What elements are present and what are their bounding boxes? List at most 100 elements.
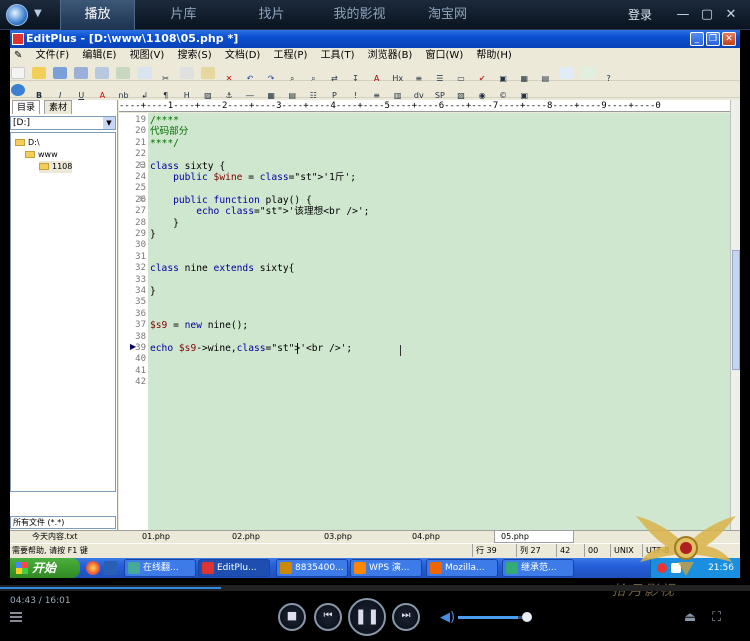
menu-tools[interactable]: 工具(T) bbox=[316, 48, 360, 64]
save-icon[interactable] bbox=[53, 67, 68, 79]
code-line[interactable]: public $wine = class="st">'1斤'; bbox=[150, 172, 356, 183]
new-file-icon[interactable] bbox=[11, 67, 25, 79]
player-logo[interactable] bbox=[6, 4, 28, 26]
menu-edit[interactable]: 编辑(E) bbox=[77, 48, 121, 64]
doc-tab[interactable]: 今天内容.txt bbox=[26, 531, 106, 543]
tab-my-video[interactable]: 我的影视 bbox=[322, 0, 397, 30]
task-label: EditPlu... bbox=[217, 563, 257, 573]
taskbar-button[interactable]: 8835400... bbox=[276, 559, 348, 577]
tree-node-root[interactable]: D:\ bbox=[15, 137, 40, 149]
code-line[interactable]: echo $s9->wine,class="st">'<br />'; bbox=[150, 343, 358, 354]
next-button[interactable]: ⏭ bbox=[392, 603, 420, 631]
code-line[interactable]: } bbox=[150, 229, 156, 240]
tab-cliptext[interactable]: 素材 bbox=[44, 100, 73, 114]
volume-icon[interactable]: ◀) bbox=[440, 610, 455, 625]
menu-pen-icon: ✎ bbox=[14, 50, 23, 61]
tool-icon[interactable] bbox=[580, 67, 595, 79]
doc-tab[interactable]: 05.php bbox=[494, 531, 574, 543]
spellcheck-icon[interactable] bbox=[137, 67, 152, 79]
drive-select[interactable]: [D:] ▼ bbox=[10, 116, 116, 130]
chevron-down-icon[interactable]: ▼ bbox=[103, 117, 115, 129]
fold-marker-icon[interactable]: ⊟ bbox=[139, 194, 146, 203]
doc-tab[interactable]: 02.php bbox=[226, 531, 306, 543]
previous-button[interactable]: ⏮ bbox=[314, 603, 342, 631]
browser-preview-icon[interactable] bbox=[559, 67, 574, 79]
playlist-menu-icon[interactable] bbox=[10, 612, 22, 622]
text-caret bbox=[297, 343, 298, 354]
start-button[interactable]: 开始 bbox=[10, 558, 80, 578]
maximize-icon[interactable]: ▢ bbox=[698, 6, 716, 24]
code-line[interactable]: ****/ bbox=[150, 138, 179, 149]
paste-icon[interactable] bbox=[200, 67, 215, 79]
print-icon[interactable] bbox=[95, 67, 110, 79]
menu-search[interactable]: 搜索(S) bbox=[172, 48, 216, 64]
minimize-icon[interactable]: — bbox=[674, 6, 692, 24]
tab-library[interactable]: 片库 bbox=[146, 0, 221, 30]
ruler: ----+----1----+----2----+----3----+----4… bbox=[119, 100, 740, 112]
doc-tab[interactable]: 01.php bbox=[136, 531, 216, 543]
stop-icon: ■ bbox=[286, 609, 298, 622]
eject-icon[interactable]: ⏏ bbox=[684, 610, 696, 625]
globe-icon[interactable] bbox=[11, 84, 25, 96]
tab-directory[interactable]: 目录 bbox=[12, 100, 41, 114]
taskbar-button[interactable]: 在线翻... bbox=[124, 559, 196, 577]
taskbar-button[interactable]: Mozilla... bbox=[426, 559, 498, 577]
login-link[interactable]: 登录 bbox=[628, 0, 652, 30]
volume-slider[interactable] bbox=[458, 616, 528, 619]
menu-browser[interactable]: 浏览器(B) bbox=[363, 48, 418, 64]
code-line[interactable]: /**** bbox=[150, 115, 179, 126]
taskbar-button[interactable]: 继承范... bbox=[502, 559, 574, 577]
folder-icon bbox=[39, 163, 49, 170]
pause-button[interactable]: ❚❚ bbox=[348, 598, 386, 636]
code-line[interactable]: } bbox=[150, 286, 156, 297]
print-preview-icon[interactable] bbox=[116, 67, 131, 79]
code-line[interactable]: $s9 = new nine(); bbox=[150, 320, 248, 331]
window-minimize-button[interactable]: _ bbox=[690, 32, 704, 46]
doc-tab[interactable]: 03.php bbox=[318, 531, 398, 543]
menu-document[interactable]: 文档(D) bbox=[220, 48, 266, 64]
windows-logo-icon bbox=[16, 562, 28, 574]
tab-find[interactable]: 找片 bbox=[234, 0, 309, 30]
task-label: WPS 演... bbox=[369, 563, 410, 573]
tab-play[interactable]: 播放 bbox=[60, 0, 135, 30]
code-line[interactable]: 代码部分 bbox=[150, 126, 188, 137]
window-restore-button[interactable]: ❐ bbox=[706, 32, 720, 46]
code-editor[interactable]: /**** 代码部分 ****/ class sixty { public $wine… bbox=[148, 113, 730, 530]
code-line[interactable]: } bbox=[150, 218, 179, 229]
menu-project[interactable]: 工程(P) bbox=[269, 48, 313, 64]
volume-knob[interactable] bbox=[522, 612, 532, 622]
menu-help[interactable]: 帮助(H) bbox=[471, 48, 516, 64]
pause-icon: ❚❚ bbox=[354, 607, 380, 625]
code-line[interactable]: class sixty { bbox=[150, 161, 225, 172]
window-close-button[interactable]: ✕ bbox=[722, 32, 736, 46]
menu-file[interactable]: 文件(F) bbox=[31, 48, 75, 64]
quick-launch-icon[interactable] bbox=[104, 561, 118, 575]
code-line[interactable]: public function play() { bbox=[150, 195, 312, 206]
fold-column: ⊟ ⊟ ▶ bbox=[130, 113, 148, 530]
stop-button[interactable]: ■ bbox=[278, 603, 306, 631]
close-icon[interactable]: ✕ bbox=[722, 6, 740, 24]
code-line[interactable]: echo class="st">'该理想<br />'; bbox=[150, 206, 369, 217]
tree-node-www[interactable]: www bbox=[25, 149, 58, 161]
menu-window[interactable]: 窗口(W) bbox=[421, 48, 469, 64]
task-app-icon bbox=[280, 562, 292, 574]
chevron-down-icon[interactable]: ▼ bbox=[34, 8, 42, 19]
scrollbar-thumb[interactable] bbox=[732, 250, 740, 370]
save-all-icon[interactable] bbox=[74, 67, 89, 79]
file-filter-select[interactable]: 所有文件 (*.*) bbox=[10, 516, 116, 529]
tree-node-1108[interactable]: 1108 bbox=[39, 161, 73, 173]
chrome-icon[interactable] bbox=[86, 561, 100, 575]
open-folder-icon[interactable] bbox=[32, 67, 47, 79]
vertical-scrollbar[interactable] bbox=[730, 100, 740, 530]
taskbar-button[interactable]: EditPlu... bbox=[198, 559, 270, 577]
taskbar-button[interactable]: WPS 演... bbox=[350, 559, 422, 577]
tab-taobao[interactable]: 淘宝网 bbox=[410, 0, 485, 30]
copy-icon[interactable] bbox=[179, 67, 194, 79]
code-line[interactable]: class nine extends sixty{ bbox=[150, 263, 294, 274]
fold-marker-icon[interactable]: ⊟ bbox=[139, 160, 146, 169]
menu-view[interactable]: 视图(V) bbox=[125, 48, 170, 64]
doc-tab[interactable]: 04.php bbox=[406, 531, 486, 543]
task-app-icon bbox=[128, 562, 140, 574]
playback-progress-bar[interactable] bbox=[0, 585, 750, 591]
fullscreen-icon[interactable]: ⛶ bbox=[712, 610, 721, 625]
